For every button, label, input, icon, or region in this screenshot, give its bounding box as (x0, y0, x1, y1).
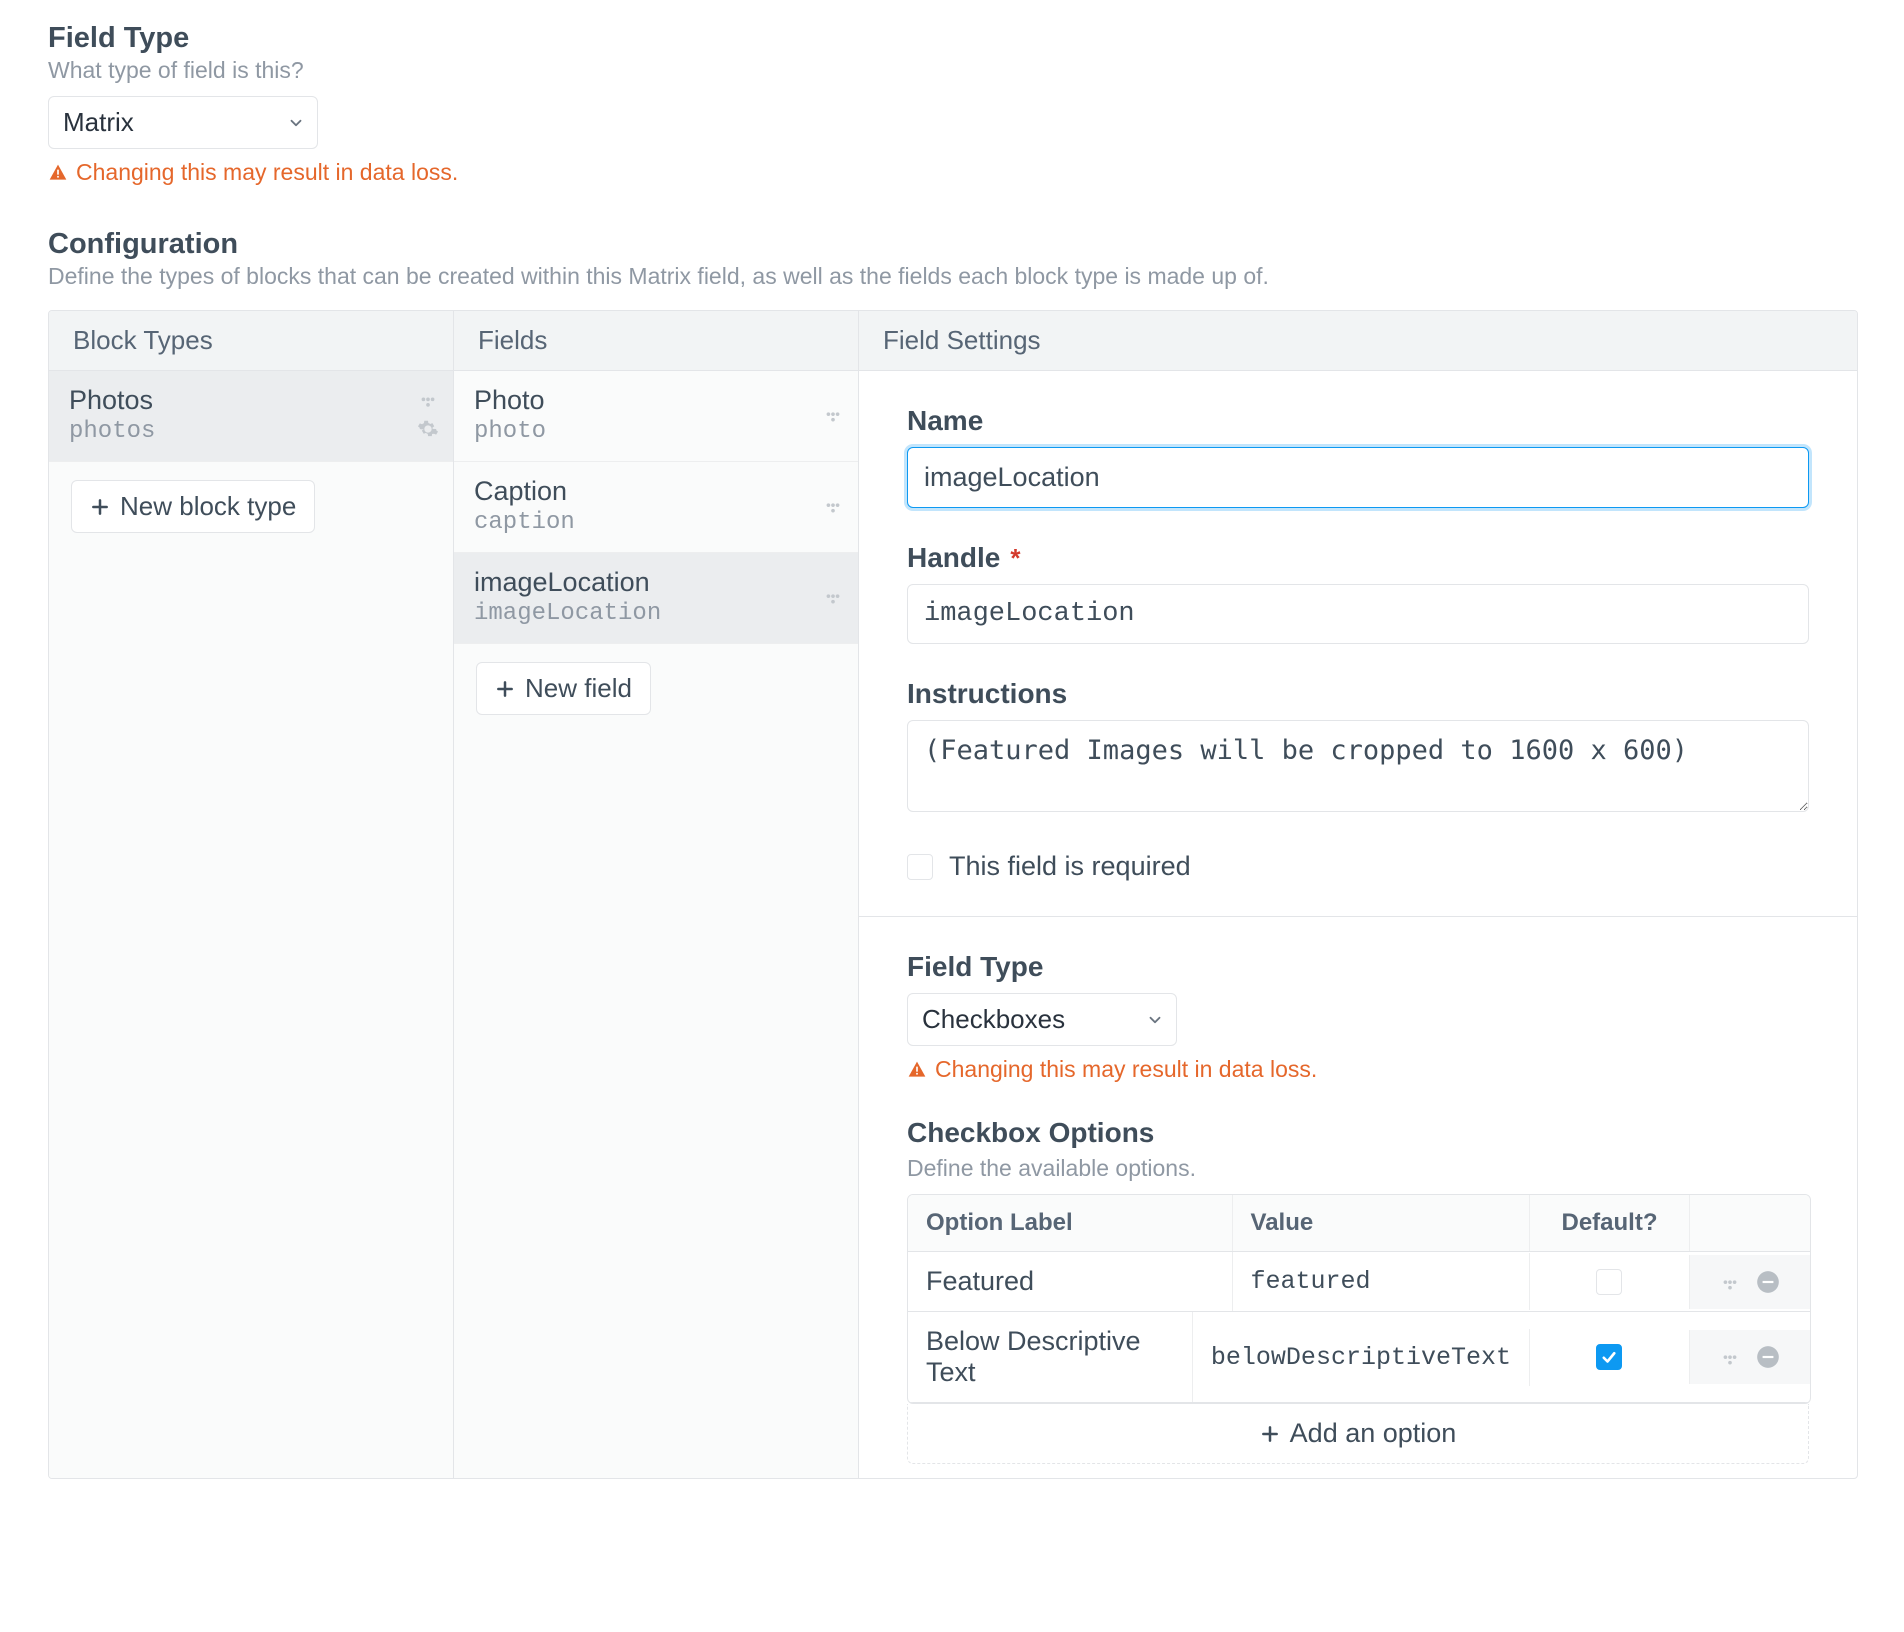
field-item-label: imageLocation (474, 567, 661, 598)
new-block-type-label: New block type (120, 491, 296, 522)
options-col-label: Option Label (908, 1195, 1233, 1251)
drag-handle-icon[interactable] (1719, 1346, 1741, 1368)
remove-row-icon[interactable] (1755, 1344, 1781, 1370)
option-value-cell[interactable]: featured (1233, 1253, 1530, 1310)
warning-icon (48, 163, 68, 183)
options-col-default: Default? (1530, 1195, 1690, 1251)
field-type-warning-text: Changing this may result in data loss. (76, 159, 458, 186)
field-type-heading: Field Type (48, 22, 1856, 55)
checkbox-options-sub: Define the available options. (907, 1155, 1809, 1182)
settings-fieldtype-label: Field Type (907, 951, 1809, 983)
fields-column: Fields Photo photo Caption (454, 311, 859, 1478)
config-panel: Block Types Photos photos (48, 310, 1858, 1479)
option-default-checkbox[interactable] (1596, 1269, 1622, 1295)
add-option-label: Add an option (1290, 1418, 1457, 1449)
plus-icon (90, 497, 110, 517)
handle-label: Handle * (907, 542, 1809, 574)
settings-fieldtype-warning-text: Changing this may result in data loss. (935, 1056, 1317, 1083)
field-item-handle: caption (474, 509, 575, 536)
handle-input[interactable] (907, 584, 1809, 644)
config-heading: Configuration (48, 228, 1856, 261)
field-item-handle: imageLocation (474, 600, 661, 627)
option-label-cell[interactable]: Featured (908, 1252, 1233, 1311)
field-type-warning: Changing this may result in data loss. (48, 159, 1856, 186)
options-col-value: Value (1233, 1195, 1530, 1251)
settings-fieldtype-value: Checkboxes (922, 1004, 1065, 1035)
field-settings-header: Field Settings (859, 311, 1857, 371)
new-field-button[interactable]: New field (476, 662, 651, 715)
warning-icon (907, 1060, 927, 1080)
options-table-head: Option Label Value Default? (908, 1195, 1810, 1252)
required-checkbox[interactable]: This field is required (907, 851, 1809, 882)
field-item-label: Photo (474, 385, 546, 416)
config-sub: Define the types of blocks that can be c… (48, 263, 1856, 290)
drag-handle-icon[interactable] (822, 496, 844, 518)
name-label: Name (907, 405, 1809, 437)
block-type-label: Photos (69, 385, 155, 416)
fields-list: Photo photo Caption caption (454, 371, 858, 1478)
options-table: Option Label Value Default? Featured fea… (907, 1194, 1811, 1404)
field-item[interactable]: Caption caption (454, 462, 858, 553)
drag-handle-icon[interactable] (822, 405, 844, 427)
instructions-input[interactable] (907, 720, 1809, 812)
field-type-select-value: Matrix (63, 107, 134, 138)
checkbox-icon (907, 854, 933, 880)
drag-handle-icon[interactable] (1719, 1271, 1741, 1293)
checkbox-options-heading: Checkbox Options (907, 1117, 1809, 1149)
field-settings-column: Field Settings Name Handle * Instruction… (859, 311, 1857, 1478)
plus-icon (495, 679, 515, 699)
plus-icon (1260, 1424, 1280, 1444)
options-row: Below Descriptive Text belowDescriptiveT… (908, 1312, 1810, 1403)
chevron-down-icon (287, 114, 305, 132)
remove-row-icon[interactable] (1755, 1269, 1781, 1295)
block-type-item[interactable]: Photos photos (49, 371, 453, 462)
field-item[interactable]: Photo photo (454, 371, 858, 462)
field-item-handle: photo (474, 418, 546, 445)
block-types-header: Block Types (49, 311, 453, 371)
name-input[interactable] (907, 447, 1809, 508)
options-row: Featured featured (908, 1252, 1810, 1312)
option-default-checkbox[interactable] (1596, 1344, 1622, 1370)
new-block-type-button[interactable]: New block type (71, 480, 315, 533)
option-label-cell[interactable]: Below Descriptive Text (908, 1312, 1193, 1402)
gear-icon[interactable] (417, 418, 439, 440)
option-value-cell[interactable]: belowDescriptiveText (1193, 1329, 1530, 1386)
instructions-label: Instructions (907, 678, 1809, 710)
settings-fieldtype-warning: Changing this may result in data loss. (907, 1056, 1809, 1083)
field-type-sub: What type of field is this? (48, 57, 1856, 84)
block-type-handle: photos (69, 418, 155, 445)
fields-header: Fields (454, 311, 858, 371)
required-checkbox-label: This field is required (949, 851, 1191, 882)
field-type-section: Field Type What type of field is this? M… (48, 22, 1856, 186)
field-item[interactable]: imageLocation imageLocation (454, 553, 858, 644)
drag-handle-icon[interactable] (417, 392, 439, 414)
field-item-label: Caption (474, 476, 575, 507)
field-type-select[interactable]: Matrix (48, 96, 318, 149)
settings-fieldtype-select[interactable]: Checkboxes (907, 993, 1177, 1046)
new-field-label: New field (525, 673, 632, 704)
add-option-button[interactable]: Add an option (907, 1404, 1809, 1464)
drag-handle-icon[interactable] (822, 587, 844, 609)
chevron-down-icon (1146, 1011, 1164, 1029)
block-types-column: Block Types Photos photos (49, 311, 454, 1478)
block-types-list: Photos photos (49, 371, 453, 1478)
required-star-icon: * (1010, 543, 1020, 574)
options-col-actions (1690, 1209, 1810, 1237)
